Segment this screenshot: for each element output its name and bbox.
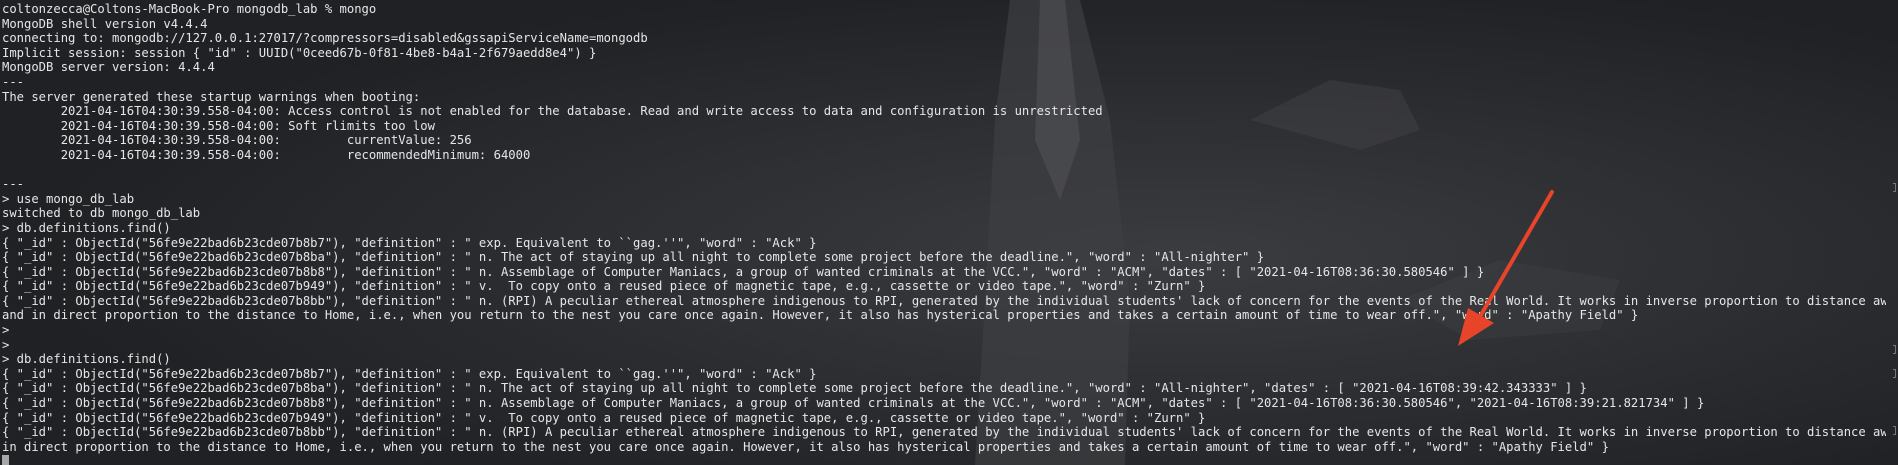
terminal-line: > db.definitions.find() xyxy=(2,352,171,367)
terminal-line: 2021-04-16T04:30:39.558-04:00: Soft rlim… xyxy=(2,118,435,133)
terminal-line: { "_id" : ObjectId("56fe9e22bad6b23cde07… xyxy=(2,366,817,381)
terminal-line: --- xyxy=(2,74,25,89)
terminal-line: 2021-04-16T04:30:39.558-04:00: Access co… xyxy=(2,104,1103,119)
terminal-line: > xyxy=(2,323,10,338)
scroll-marker xyxy=(1893,369,1896,378)
terminal-line: switched to db mongo_db_lab xyxy=(2,206,201,221)
terminal-line: > use mongo_db_lab xyxy=(2,191,135,206)
terminal-line: { "_id" : ObjectId("56fe9e22bad6b23cde07… xyxy=(2,410,1206,425)
terminal-line: > db.definitions.find() xyxy=(2,220,171,235)
terminal-line: 2021-04-16T04:30:39.558-04:00: currentVa… xyxy=(2,133,472,148)
terminal-line: { "_id" : ObjectId("56fe9e22bad6b23cde07… xyxy=(2,396,1705,411)
terminal-line: --- xyxy=(2,177,25,192)
terminal-line: { "_id" : ObjectId("56fe9e22bad6b23cde07… xyxy=(2,381,1587,396)
terminal-output[interactable]: coltonzecca@Coltons-MacBook-Pro mongodb_… xyxy=(2,2,1886,465)
terminal-line: coltonzecca@Coltons-MacBook-Pro mongodb_… xyxy=(2,2,377,16)
terminal-line: { "_id" : ObjectId("56fe9e22bad6b23cde07… xyxy=(2,235,817,250)
terminal-line: The server generated these startup warni… xyxy=(2,89,421,104)
terminal-line: MongoDB server version: 4.4.4 xyxy=(2,60,215,75)
terminal-line: connecting to: mongodb://127.0.0.1:27017… xyxy=(2,31,648,46)
cursor-icon xyxy=(2,455,9,465)
terminal-line: { "_id" : ObjectId("56fe9e22bad6b23cde07… xyxy=(2,293,1886,308)
terminal-line: in direct proportion to the distance to … xyxy=(2,439,1609,454)
scroll-marker xyxy=(1893,426,1896,435)
terminal-line: > xyxy=(2,337,10,352)
terminal-line: { "_id" : ObjectId("56fe9e22bad6b23cde07… xyxy=(2,425,1886,440)
terminal-line: { "_id" : ObjectId("56fe9e22bad6b23cde07… xyxy=(2,279,1206,294)
scroll-marker xyxy=(1893,183,1896,192)
terminal-line: { "_id" : ObjectId("56fe9e22bad6b23cde07… xyxy=(2,250,1265,265)
terminal-line: and in direct proportion to the distance… xyxy=(2,308,1639,323)
terminal-line: MongoDB shell version v4.4.4 xyxy=(2,16,208,31)
terminal-prompt-line[interactable] xyxy=(2,454,1886,465)
terminal-line: 2021-04-16T04:30:39.558-04:00: recommend… xyxy=(2,147,531,162)
terminal-line: Implicit session: session { "id" : UUID(… xyxy=(2,45,597,60)
scroll-marker xyxy=(1893,345,1896,354)
terminal-line: { "_id" : ObjectId("56fe9e22bad6b23cde07… xyxy=(2,264,1485,279)
